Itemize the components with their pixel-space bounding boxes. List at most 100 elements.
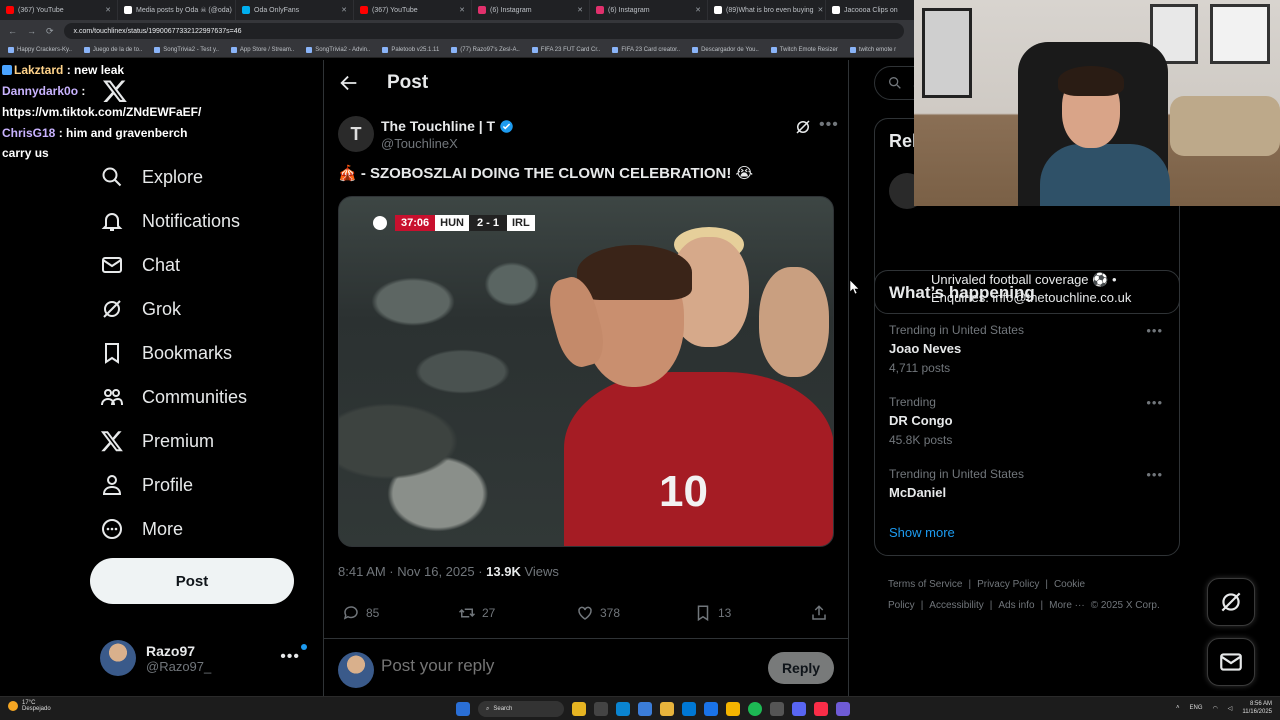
nav-item-label: Profile — [142, 474, 194, 495]
close-icon[interactable]: ✕ — [695, 6, 701, 14]
more-dots-icon[interactable]: ••• — [819, 116, 839, 134]
author-name[interactable]: The Touchline | T — [381, 118, 495, 134]
nav-item-bookmarks[interactable]: Bookmarks — [100, 338, 232, 368]
footer-link[interactable]: Accessibility — [929, 600, 983, 611]
close-icon[interactable]: ✕ — [818, 6, 824, 14]
clock[interactable]: 8:56 AM 11/16/2025 — [1242, 700, 1272, 716]
back-nav-icon[interactable]: ← — [8, 26, 17, 36]
browser-tab[interactable]: (6) Instagram ✕ — [472, 0, 590, 20]
taskbar-search[interactable]: ⌕ Search — [478, 701, 564, 717]
like-action[interactable]: 378 — [576, 604, 620, 622]
browser-tab[interactable]: (6) Instagram ✕ — [590, 0, 708, 20]
discord-icon[interactable] — [792, 702, 806, 716]
repost-action[interactable]: 27 — [458, 604, 495, 622]
bookmark-item[interactable]: SongTrivia2 - Advin.. — [306, 46, 370, 53]
reload-icon[interactable]: ⟳ — [46, 26, 54, 37]
close-icon[interactable]: ✕ — [341, 6, 347, 14]
forward-nav-icon[interactable]: → — [27, 26, 36, 36]
weather-widget[interactable]: 17°C Despejado — [8, 700, 51, 712]
bookmark-item[interactable]: SongTrivia2 - Test y.. — [154, 46, 219, 53]
trend-item[interactable]: Trending in United States McDaniel ••• — [889, 467, 1169, 500]
mail-app-icon[interactable] — [704, 702, 718, 716]
nav-item-more[interactable]: More — [100, 514, 183, 544]
chevron-up-icon[interactable]: ˄ — [1176, 705, 1180, 711]
bookmark-item[interactable]: (77) Razo97's Zesl-A.. — [451, 46, 520, 53]
browser-tab[interactable]: (367) YouTube ✕ — [0, 0, 118, 20]
nav-item-communities[interactable]: Communities — [100, 382, 247, 412]
more-dots-icon[interactable]: ••• — [1146, 395, 1163, 410]
footer-link[interactable]: More ··· — [1049, 600, 1085, 611]
nav-item-notifications[interactable]: Notifications — [100, 206, 240, 236]
bookmark-item[interactable]: twitch emote r — [849, 46, 896, 53]
reply-input[interactable] — [381, 656, 741, 676]
post-button[interactable]: Post — [90, 558, 294, 604]
tab-label: (367) YouTube — [372, 6, 418, 14]
account-switcher[interactable]: Razo97 @Razo97_ ••• — [100, 638, 310, 678]
browser-tab[interactable]: Oda OnlyFans ✕ — [236, 0, 354, 20]
nav-item-profile[interactable]: Profile — [100, 470, 193, 500]
reply-button[interactable]: Reply — [768, 652, 834, 684]
footer-link[interactable]: Ads info — [998, 600, 1034, 611]
language-indicator[interactable]: ENG — [1190, 705, 1203, 711]
bookmark-item[interactable]: FIFA 23 FUT Card Cr.. — [531, 46, 600, 53]
close-icon[interactable]: ✕ — [459, 6, 465, 14]
reply-action[interactable]: 85 — [342, 604, 379, 622]
tweet-timestamp[interactable]: 8:41 AM · Nov 16, 2025 · — [338, 564, 486, 579]
nav-item-explore[interactable]: Explore — [100, 162, 203, 192]
more-dots-icon[interactable]: ••• — [1146, 467, 1163, 482]
tab-label: Oda OnlyFans — [254, 6, 300, 14]
files-icon[interactable] — [572, 702, 586, 716]
store-icon[interactable] — [682, 702, 696, 716]
bookmark-favicon-icon — [531, 46, 538, 53]
messages-float-button[interactable] — [1207, 638, 1255, 686]
close-icon[interactable]: ✕ — [577, 6, 583, 14]
bookmark-action[interactable]: 13 — [694, 604, 731, 622]
bookmark-item[interactable]: FIFA 23 Card creator.. — [612, 46, 680, 53]
more-dots-icon[interactable]: ••• — [280, 648, 300, 666]
browser-tab[interactable]: (89)What is bro even buying ✕ — [708, 0, 826, 20]
views-count: 13.9K — [486, 564, 521, 579]
close-icon[interactable]: ✕ — [105, 6, 111, 14]
tweet-avatar[interactable]: T — [338, 116, 374, 152]
browser-tab[interactable]: (367) YouTube ✕ — [354, 0, 472, 20]
trend-item[interactable]: Trending DR Congo 45.8K posts ••• — [889, 395, 1169, 447]
bookmark-item[interactable]: Descargador de You.. — [692, 46, 759, 53]
footer-link[interactable]: Terms of Service — [888, 579, 962, 590]
footer-separator: | — [989, 600, 993, 611]
music-icon[interactable] — [814, 702, 828, 716]
bookmark-item[interactable]: Paletoob v25.1.11 — [382, 46, 439, 53]
grok-icon[interactable] — [794, 118, 812, 136]
github-icon[interactable] — [770, 702, 784, 716]
bookmark-item[interactable]: App Store / Stream.. — [230, 46, 294, 53]
volume-icon[interactable]: ◁ — [1228, 705, 1233, 712]
edge-icon[interactable] — [616, 702, 630, 716]
address-bar[interactable]: x.com/touchlinex/status/1990067733212299… — [63, 23, 904, 39]
browser-tab[interactable]: Media posts by Oda ☠ (@oda)✕ — [118, 0, 236, 20]
spotify-icon[interactable] — [748, 702, 762, 716]
wifi-icon[interactable]: ◠ — [1213, 705, 1218, 712]
nav-item-chat[interactable]: Chat — [100, 250, 180, 280]
tweet-handle[interactable]: @TouchlineX — [381, 136, 458, 151]
tweet-author[interactable]: The Touchline | T — [381, 118, 514, 134]
bookmark-item[interactable]: Juego de la de to.. — [83, 46, 142, 53]
tweet-video[interactable]: 10 37:06 HUN 2 - 1 IRL — [338, 196, 834, 547]
nav-item-grok[interactable]: Grok — [100, 294, 181, 324]
chrome-icon[interactable] — [726, 702, 740, 716]
show-more-link[interactable]: Show more — [889, 525, 955, 540]
nav-item-premium[interactable]: Premium — [100, 426, 214, 456]
more-dots-icon[interactable]: ••• — [1146, 323, 1163, 338]
task-view-icon[interactable] — [594, 702, 608, 716]
footer-link[interactable]: Privacy Policy — [977, 579, 1039, 590]
nav-item-label: Grok — [142, 298, 182, 319]
settings-icon[interactable] — [638, 702, 652, 716]
grok-float-button[interactable] — [1207, 578, 1255, 626]
bookmark-item[interactable]: Twitch Emote Resizer — [770, 46, 838, 53]
folder-icon[interactable] — [660, 702, 674, 716]
trend-item[interactable]: Trending in United States Joao Neves 4,7… — [889, 323, 1169, 375]
start-icon[interactable] — [456, 702, 470, 716]
teams-icon[interactable] — [836, 702, 850, 716]
share-action[interactable] — [810, 604, 828, 622]
back-arrow-icon[interactable] — [338, 72, 360, 94]
footer-link[interactable]: © 2025 X Corp. — [1091, 600, 1160, 611]
bookmark-item[interactable]: Happy Crackers-Ky.. — [8, 46, 72, 53]
